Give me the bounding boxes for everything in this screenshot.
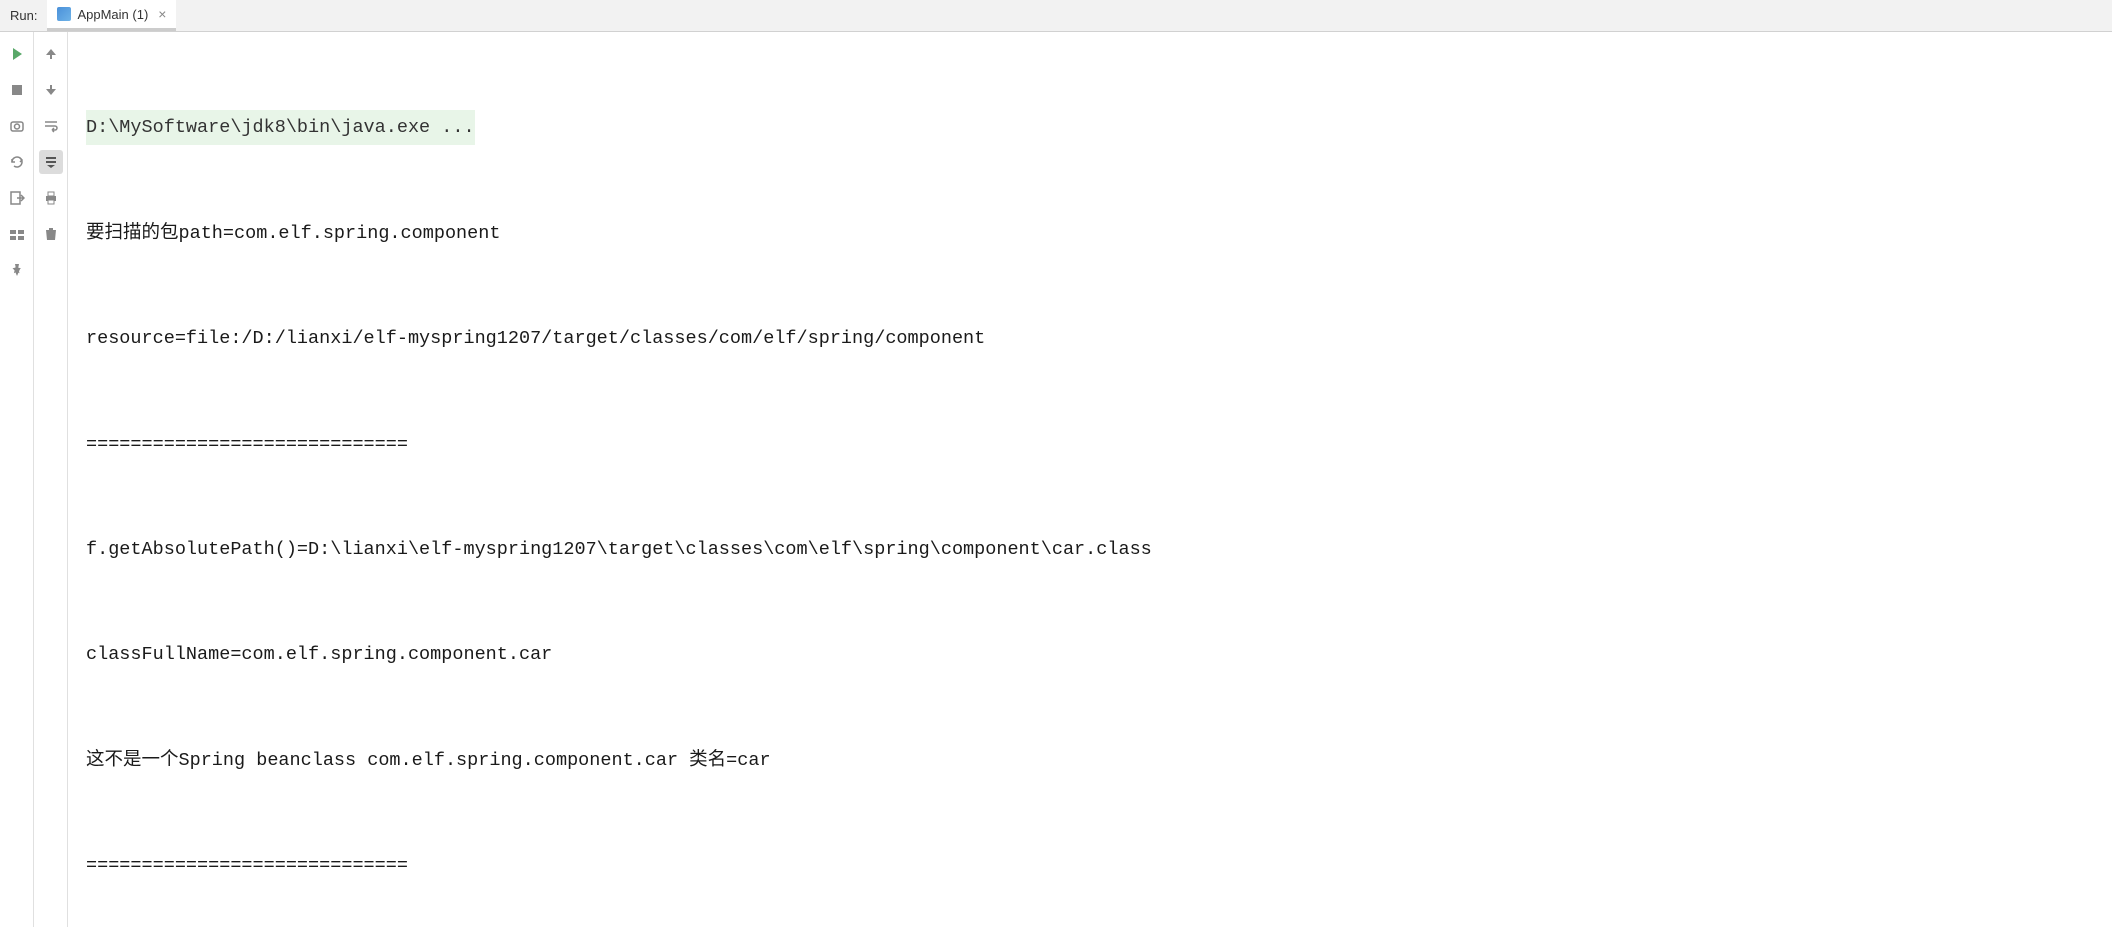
close-icon[interactable]: × xyxy=(154,6,166,22)
toolbar-left xyxy=(0,32,34,927)
pin-button[interactable] xyxy=(5,258,29,282)
down-button[interactable] xyxy=(39,78,63,102)
console-output[interactable]: D:\MySoftware\jdk8\bin\java.exe ... 要扫描的… xyxy=(68,32,2112,927)
command-line: D:\MySoftware\jdk8\bin\java.exe ... xyxy=(86,110,475,145)
output-line: classFullName=com.elf.spring.component.c… xyxy=(86,637,2094,672)
output-line: ============================= xyxy=(86,848,2094,883)
run-panel-header: Run: AppMain (1) × xyxy=(0,0,2112,32)
output-line: 要扫描的包path=com.elf.spring.component xyxy=(86,216,2094,251)
rerun-button[interactable] xyxy=(5,42,29,66)
soft-wrap-button[interactable] xyxy=(39,114,63,138)
scroll-to-end-button[interactable] xyxy=(39,150,63,174)
run-label: Run: xyxy=(0,8,47,23)
layout-button[interactable] xyxy=(5,222,29,246)
print-button[interactable] xyxy=(39,186,63,210)
output-line: resource=file:/D:/lianxi/elf-myspring120… xyxy=(86,321,2094,356)
up-button[interactable] xyxy=(39,42,63,66)
delete-button[interactable] xyxy=(39,222,63,246)
dump-threads-button[interactable] xyxy=(5,114,29,138)
app-icon xyxy=(57,7,71,21)
output-line: 这不是一个Spring beanclass com.elf.spring.com… xyxy=(86,743,2094,778)
output-line: ============================= xyxy=(86,427,2094,462)
output-line: f.getAbsolutePath()=D:\lianxi\elf-myspri… xyxy=(86,532,2094,567)
toolbar-mid xyxy=(34,32,68,927)
tab-label: AppMain (1) xyxy=(77,7,148,22)
run-config-tab[interactable]: AppMain (1) × xyxy=(47,0,176,31)
restart-button[interactable] xyxy=(5,150,29,174)
exit-button[interactable] xyxy=(5,186,29,210)
stop-button[interactable] xyxy=(5,78,29,102)
